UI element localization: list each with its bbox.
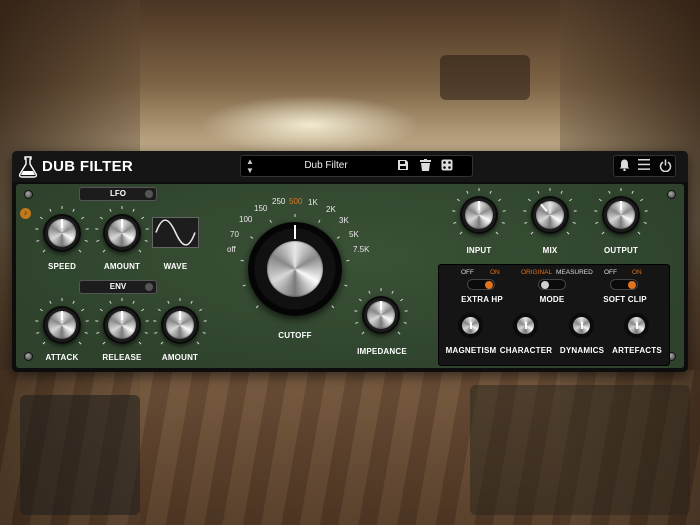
plugin-window: DUB FILTER ▲ ▼ Dub Filter ♪ LFO SPEED AM… (12, 151, 688, 372)
cutoff-scale-5k: 5K (349, 230, 359, 239)
env-led (145, 283, 153, 291)
soft-clip-off-label: OFF (604, 269, 617, 276)
lfo-amount-label: AMOUNT (103, 262, 141, 271)
extra-hp-toggle-dot (485, 281, 493, 289)
input-label: INPUT (466, 246, 492, 255)
output-knob[interactable] (594, 188, 648, 235)
lfo-speed-label: SPEED (47, 262, 77, 271)
env-amount-label: AMOUNT (161, 353, 199, 362)
preset-name[interactable]: Dub Filter (241, 160, 411, 171)
mode-toggle[interactable] (538, 279, 566, 290)
extra-hp-on-label: ON (490, 269, 500, 276)
extra-hp-toggle[interactable] (467, 279, 495, 290)
cutoff-scale-150: 150 (254, 204, 268, 213)
preset-selector[interactable]: ▲ ▼ Dub Filter (240, 155, 473, 177)
dynamics-label: DYNAMICS (559, 346, 605, 355)
extra-hp-label: EXTRA HP (461, 295, 503, 304)
save-icon[interactable] (395, 159, 411, 174)
mode-original-label: ORIGINAL (521, 269, 553, 276)
input-knob[interactable] (452, 188, 506, 235)
character-panel: OFF ON EXTRA HP ORIGINAL MEASURED MODE O… (438, 264, 670, 366)
delete-icon[interactable] (417, 159, 433, 174)
flask-logo-icon (18, 156, 38, 178)
env-toggle[interactable]: ENV (79, 280, 157, 294)
cutoff-scale-3k: 3K (339, 216, 349, 225)
character-knob[interactable] (513, 313, 538, 338)
mode-label: MODE (539, 295, 565, 304)
extra-hp-off-label: OFF (461, 269, 474, 276)
mix-label: MIX (542, 246, 558, 255)
randomize-dice-icon[interactable] (439, 159, 455, 174)
env-attack-label: ATTACK (45, 353, 79, 362)
power-icon[interactable] (657, 159, 673, 175)
magnetism-label: MAGNETISM (445, 346, 497, 355)
lfo-led (145, 190, 153, 198)
cutoff-scale-500: 500 (289, 197, 303, 206)
music-note-icon[interactable]: ♪ (20, 208, 31, 219)
cutoff-scale-2k: 2K (326, 205, 336, 214)
cutoff-scale-70: 70 (230, 230, 239, 239)
magnetism-knob[interactable] (458, 313, 483, 338)
impedance-label: IMPEDANCE (357, 347, 407, 356)
bell-icon[interactable] (616, 159, 632, 174)
impedance-knob[interactable] (354, 288, 408, 335)
mode-toggle-dot (541, 281, 549, 289)
main-panel: ♪ LFO SPEED AMOUNT WAVE ENV ATTACK RELEA… (16, 184, 684, 368)
output-label: OUTPUT (603, 246, 639, 255)
mode-measured-label: MEASURED (556, 269, 593, 276)
cutoff-scale-off: off (227, 245, 236, 254)
header-utility-group (613, 155, 676, 177)
cutoff-scale-100: 100 (239, 215, 253, 224)
env-release-label: RELEASE (102, 353, 142, 362)
lfo-wave-label: WAVE (163, 262, 188, 271)
sine-wave-icon (155, 219, 196, 246)
dynamics-knob[interactable] (569, 313, 594, 338)
background-window-light (200, 95, 420, 155)
lfo-wave-display[interactable] (152, 217, 199, 248)
soft-clip-toggle[interactable] (610, 279, 638, 290)
cutoff-scale-1k: 1K (308, 198, 318, 207)
screw-icon (24, 352, 33, 361)
cutoff-knob[interactable] (240, 214, 350, 316)
cutoff-scale-250: 250 (272, 197, 286, 206)
background-rack-left (20, 395, 140, 515)
lfo-label: LFO (110, 189, 126, 198)
soft-clip-on-label: ON (632, 269, 642, 276)
background-rack-right (470, 385, 690, 515)
lfo-amount-knob[interactable] (95, 206, 149, 253)
env-attack-knob[interactable] (35, 298, 89, 345)
plugin-header: DUB FILTER ▲ ▼ Dub Filter (12, 151, 688, 182)
soft-clip-label: SOFT CLIP (603, 295, 647, 304)
background-speaker (440, 55, 530, 100)
cutoff-scale-7-5k: 7.5K (353, 245, 370, 254)
env-release-knob[interactable] (95, 298, 149, 345)
lfo-speed-knob[interactable] (35, 206, 89, 253)
artefacts-label: ARTEFACTS (612, 346, 662, 355)
menu-icon[interactable] (636, 159, 652, 173)
lfo-toggle[interactable]: LFO (79, 187, 157, 201)
cutoff-label: CUTOFF (278, 331, 312, 340)
mix-knob[interactable] (523, 188, 577, 235)
character-label: CHARACTER (499, 346, 553, 355)
soft-clip-toggle-dot (628, 281, 636, 289)
screw-icon (24, 190, 33, 199)
env-amount-knob[interactable] (153, 298, 207, 345)
screw-icon (667, 190, 676, 199)
env-label: ENV (109, 282, 127, 291)
plugin-title: DUB FILTER (42, 158, 134, 175)
artefacts-knob[interactable] (624, 313, 649, 338)
